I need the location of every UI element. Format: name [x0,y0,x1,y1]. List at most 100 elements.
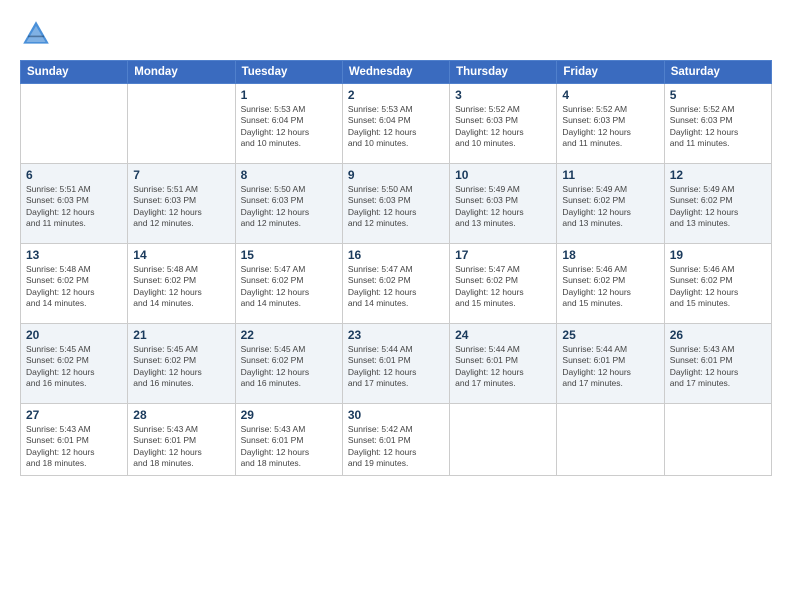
calendar-cell: 8 Sunrise: 5:50 AM Sunset: 6:03 PM Daylig… [235,164,342,244]
calendar-row: 20 Sunrise: 5:45 AM Sunset: 6:02 PM Dayli… [21,324,772,404]
calendar-cell: 17 Sunrise: 5:47 AM Sunset: 6:02 PM Dayli… [450,244,557,324]
page: SundayMondayTuesdayWednesdayThursdayFrid… [0,0,792,612]
calendar-row: 27Sunrise: 5:43 AM Sunset: 6:01 PM Dayli… [21,404,772,476]
day-number: 13 [26,248,122,262]
day-number: 10 [455,168,551,182]
calendar-cell: 5 Sunrise: 5:52 AM Sunset: 6:03 PM Daylig… [664,84,771,164]
calendar-cell: 6 Sunrise: 5:51 AM Sunset: 6:03 PM Daylig… [21,164,128,244]
day-info: Sunrise: 5:44 AM Sunset: 6:01 PM Dayligh… [348,344,444,390]
day-info: Sunrise: 5:45 AM Sunset: 6:02 PM Dayligh… [26,344,122,390]
day-info: Sunrise: 5:51 AM Sunset: 6:03 PM Dayligh… [26,184,122,230]
calendar-cell: 1 Sunrise: 5:53 AM Sunset: 6:04 PM Daylig… [235,84,342,164]
day-number: 1 [241,88,337,102]
calendar-cell: 16 Sunrise: 5:47 AM Sunset: 6:02 PM Dayli… [342,244,449,324]
calendar-cell: 18 Sunrise: 5:46 AM Sunset: 6:02 PM Dayli… [557,244,664,324]
day-number: 5 [670,88,766,102]
day-number: 30 [348,408,444,422]
calendar-cell: 19 Sunrise: 5:46 AM Sunset: 6:02 PM Dayli… [664,244,771,324]
calendar-cell: 9 Sunrise: 5:50 AM Sunset: 6:03 PM Daylig… [342,164,449,244]
calendar-cell [557,404,664,476]
day-info: Sunrise: 5:49 AM Sunset: 6:02 PM Dayligh… [670,184,766,230]
day-number: 23 [348,328,444,342]
day-number: 6 [26,168,122,182]
day-number: 16 [348,248,444,262]
calendar-cell: 7 Sunrise: 5:51 AM Sunset: 6:03 PM Daylig… [128,164,235,244]
day-number: 15 [241,248,337,262]
logo-icon [20,18,52,50]
day-info: Sunrise: 5:44 AM Sunset: 6:01 PM Dayligh… [562,344,658,390]
calendar-row: 13 Sunrise: 5:48 AM Sunset: 6:02 PM Dayli… [21,244,772,324]
day-number: 28 [133,408,229,422]
calendar-cell: 24Sunrise: 5:44 AM Sunset: 6:01 PM Dayli… [450,324,557,404]
day-info: Sunrise: 5:49 AM Sunset: 6:02 PM Dayligh… [562,184,658,230]
calendar-cell: 29Sunrise: 5:43 AM Sunset: 6:01 PM Dayli… [235,404,342,476]
calendar-cell [664,404,771,476]
day-number: 2 [348,88,444,102]
calendar-cell: 15 Sunrise: 5:47 AM Sunset: 6:02 PM Dayli… [235,244,342,324]
calendar-cell: 26Sunrise: 5:43 AM Sunset: 6:01 PM Dayli… [664,324,771,404]
calendar-cell: 21 Sunrise: 5:45 AM Sunset: 6:02 PM Dayli… [128,324,235,404]
day-number: 9 [348,168,444,182]
day-number: 14 [133,248,229,262]
day-number: 21 [133,328,229,342]
calendar-cell [128,84,235,164]
calendar: SundayMondayTuesdayWednesdayThursdayFrid… [20,60,772,476]
day-number: 29 [241,408,337,422]
weekday-header: Wednesday [342,61,449,84]
day-number: 8 [241,168,337,182]
header [20,18,772,50]
day-info: Sunrise: 5:47 AM Sunset: 6:02 PM Dayligh… [455,264,551,310]
day-info: Sunrise: 5:45 AM Sunset: 6:02 PM Dayligh… [241,344,337,390]
day-number: 18 [562,248,658,262]
weekday-header: Friday [557,61,664,84]
day-info: Sunrise: 5:52 AM Sunset: 6:03 PM Dayligh… [562,104,658,150]
day-info: Sunrise: 5:52 AM Sunset: 6:03 PM Dayligh… [670,104,766,150]
calendar-cell [450,404,557,476]
day-info: Sunrise: 5:43 AM Sunset: 6:01 PM Dayligh… [670,344,766,390]
weekday-header: Tuesday [235,61,342,84]
day-info: Sunrise: 5:51 AM Sunset: 6:03 PM Dayligh… [133,184,229,230]
day-info: Sunrise: 5:53 AM Sunset: 6:04 PM Dayligh… [241,104,337,150]
day-info: Sunrise: 5:43 AM Sunset: 6:01 PM Dayligh… [133,424,229,470]
calendar-cell: 28 Sunrise: 5:43 AM Sunset: 6:01 PM Dayli… [128,404,235,476]
day-number: 7 [133,168,229,182]
day-info: Sunrise: 5:48 AM Sunset: 6:02 PM Dayligh… [26,264,122,310]
day-number: 11 [562,168,658,182]
calendar-cell: 11 Sunrise: 5:49 AM Sunset: 6:02 PM Dayli… [557,164,664,244]
day-info: Sunrise: 5:42 AM Sunset: 6:01 PM Dayligh… [348,424,444,470]
day-number: 22 [241,328,337,342]
day-number: 20 [26,328,122,342]
day-info: Sunrise: 5:47 AM Sunset: 6:02 PM Dayligh… [348,264,444,310]
calendar-cell: 14 Sunrise: 5:48 AM Sunset: 6:02 PM Dayli… [128,244,235,324]
day-info: Sunrise: 5:49 AM Sunset: 6:03 PM Dayligh… [455,184,551,230]
day-info: Sunrise: 5:46 AM Sunset: 6:02 PM Dayligh… [670,264,766,310]
day-number: 25 [562,328,658,342]
calendar-cell: 3Sunrise: 5:52 AM Sunset: 6:03 PM Daylig… [450,84,557,164]
day-info: Sunrise: 5:43 AM Sunset: 6:01 PM Dayligh… [26,424,122,470]
calendar-cell: 22 Sunrise: 5:45 AM Sunset: 6:02 PM Dayli… [235,324,342,404]
weekday-header: Thursday [450,61,557,84]
day-info: Sunrise: 5:45 AM Sunset: 6:02 PM Dayligh… [133,344,229,390]
calendar-cell: 23 Sunrise: 5:44 AM Sunset: 6:01 PM Dayli… [342,324,449,404]
day-number: 12 [670,168,766,182]
day-info: Sunrise: 5:47 AM Sunset: 6:02 PM Dayligh… [241,264,337,310]
calendar-cell: 30 Sunrise: 5:42 AM Sunset: 6:01 PM Dayli… [342,404,449,476]
day-info: Sunrise: 5:46 AM Sunset: 6:02 PM Dayligh… [562,264,658,310]
weekday-header: Sunday [21,61,128,84]
calendar-cell: 10 Sunrise: 5:49 AM Sunset: 6:03 PM Dayli… [450,164,557,244]
calendar-row: 6 Sunrise: 5:51 AM Sunset: 6:03 PM Daylig… [21,164,772,244]
day-info: Sunrise: 5:50 AM Sunset: 6:03 PM Dayligh… [241,184,337,230]
weekday-header: Monday [128,61,235,84]
logo [20,18,56,50]
day-number: 17 [455,248,551,262]
calendar-row: 1 Sunrise: 5:53 AM Sunset: 6:04 PM Daylig… [21,84,772,164]
day-number: 19 [670,248,766,262]
day-info: Sunrise: 5:50 AM Sunset: 6:03 PM Dayligh… [348,184,444,230]
day-number: 4 [562,88,658,102]
calendar-cell: 20 Sunrise: 5:45 AM Sunset: 6:02 PM Dayli… [21,324,128,404]
day-info: Sunrise: 5:48 AM Sunset: 6:02 PM Dayligh… [133,264,229,310]
calendar-cell: 13 Sunrise: 5:48 AM Sunset: 6:02 PM Dayli… [21,244,128,324]
calendar-cell: 12 Sunrise: 5:49 AM Sunset: 6:02 PM Dayli… [664,164,771,244]
weekday-header: Saturday [664,61,771,84]
day-info: Sunrise: 5:53 AM Sunset: 6:04 PM Dayligh… [348,104,444,150]
